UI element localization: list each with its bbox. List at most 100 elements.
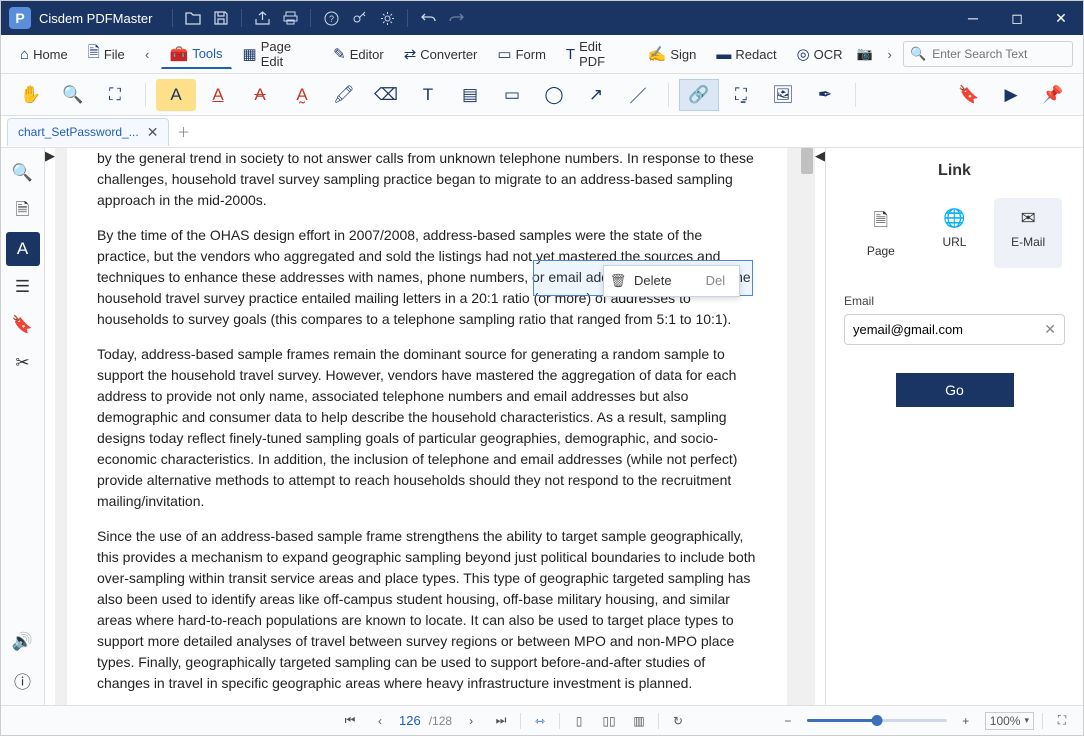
menu-home[interactable]: ⌂Home xyxy=(11,39,77,69)
left-expander[interactable]: ▶ xyxy=(45,148,55,705)
sidebar-search-icon[interactable]: 🔍 xyxy=(6,156,40,190)
zoom-slider-thumb[interactable] xyxy=(871,715,882,726)
text-tool-icon[interactable]: T xyxy=(408,79,448,111)
save-icon[interactable] xyxy=(207,4,235,32)
note-tool-icon[interactable]: ▤ xyxy=(450,79,490,111)
menu-file[interactable]: 🗎File xyxy=(79,39,134,69)
right-expander[interactable]: ◀ xyxy=(815,148,825,705)
menu-tools[interactable]: 🧰Tools xyxy=(161,39,232,69)
continuous-icon[interactable]: ▥ xyxy=(628,710,650,732)
context-menu-delete[interactable]: Delete xyxy=(632,271,692,291)
zoom-tool-icon[interactable]: 🔍 xyxy=(53,79,93,111)
sidebar-info-icon[interactable]: ⓘ xyxy=(6,663,40,697)
hand-tool-icon[interactable]: ✋ xyxy=(11,79,51,111)
sidebar-cut-icon[interactable]: ✂ xyxy=(6,346,40,380)
scrollbar-thumb[interactable] xyxy=(801,148,813,174)
line-tool-icon[interactable]: ／ xyxy=(618,79,658,111)
email-field-wrapper: ✕ xyxy=(844,314,1065,345)
email-field[interactable] xyxy=(853,322,1044,337)
menu-ocr[interactable]: ◎OCR xyxy=(788,39,852,69)
clear-email-icon[interactable]: ✕ xyxy=(1044,321,1056,338)
first-page-icon[interactable]: ⏮ xyxy=(339,710,361,732)
document-area: by the general trend in society to not a… xyxy=(55,148,815,705)
eraser-icon[interactable]: ⌫ xyxy=(366,79,406,111)
settings-icon[interactable] xyxy=(373,4,401,32)
stamp-tool-icon[interactable]: ⛶̱ xyxy=(721,79,761,111)
sidebar-page-icon[interactable]: 🗎 xyxy=(6,194,40,228)
menu-camera[interactable]: 📷 xyxy=(854,42,877,66)
sidebar-sound-icon[interactable]: 🔊 xyxy=(6,625,40,659)
image-tool-icon[interactable]: 🖼 xyxy=(763,79,803,111)
squiggly-icon[interactable]: A̰ xyxy=(282,79,322,111)
new-tab-button[interactable]: ＋ xyxy=(169,118,197,146)
menu-sign[interactable]: ✍Sign xyxy=(639,39,706,69)
search-input[interactable] xyxy=(932,47,1084,61)
app-logo: P xyxy=(9,7,31,29)
page-current[interactable]: 126 xyxy=(399,713,421,728)
context-menu-delete-shortcut: Del xyxy=(692,271,740,291)
play-tool-icon[interactable]: ▶ xyxy=(991,79,1031,111)
circle-tool-icon[interactable]: ◯ xyxy=(534,79,574,111)
email-field-label: Email xyxy=(844,294,1065,308)
tool-row: ✋ 🔍 ⛶ A A A A̰ 🖍 ⌫ T ▤ ▭ ◯ ↗ ／ 🔗 ⛶̱ 🖼 ✒ … xyxy=(1,74,1083,116)
link-tab-url[interactable]: 🌐URL xyxy=(920,198,988,268)
key-icon[interactable] xyxy=(345,4,373,32)
menu-edit-pdf[interactable]: TEdit PDF xyxy=(557,39,637,69)
fit-width-icon[interactable]: ⇿ xyxy=(529,710,551,732)
two-page-icon[interactable]: ▯▯ xyxy=(598,710,620,732)
email-icon: ✉ xyxy=(1021,208,1036,229)
select-tool-icon[interactable]: ⛶ xyxy=(95,79,135,111)
prev-page-icon[interactable]: ‹ xyxy=(369,710,391,732)
menu-bar: ⌂Home 🗎File ‹ 🧰Tools ▦Page Edit ✎Editor … xyxy=(1,35,1083,74)
file-tab-1-close-icon[interactable]: ✕ xyxy=(147,124,159,141)
search-box[interactable]: 🔍 xyxy=(903,41,1073,67)
print-icon[interactable] xyxy=(276,4,304,32)
sidebar-outline-icon[interactable]: ☰ xyxy=(6,270,40,304)
menu-forward-chevron[interactable]: › xyxy=(878,42,901,66)
sidebar-bookmark-icon[interactable]: 🔖 xyxy=(6,308,40,342)
menu-form[interactable]: ▭Form xyxy=(488,39,555,69)
single-page-icon[interactable]: ▯ xyxy=(568,710,590,732)
marker-icon[interactable]: 🖍 xyxy=(324,79,364,111)
link-tab-email[interactable]: ✉E-Mail xyxy=(994,198,1062,268)
menu-redact[interactable]: ▬Redact xyxy=(707,39,785,69)
window-maximize-button[interactable]: ◻ xyxy=(995,1,1039,35)
zoom-out-icon[interactable]: − xyxy=(777,710,799,732)
link-tool-icon[interactable]: 🔗 xyxy=(679,79,719,111)
sidebar-text-icon[interactable]: A xyxy=(6,232,40,266)
menu-converter[interactable]: ⇄Converter xyxy=(395,39,487,69)
go-button[interactable]: Go xyxy=(896,373,1014,407)
paragraph: by the general trend in society to not a… xyxy=(97,148,757,211)
arrow-tool-icon[interactable]: ↗ xyxy=(576,79,616,111)
scrollbar[interactable] xyxy=(799,148,815,705)
pin-tool-icon[interactable]: 📌 xyxy=(1033,79,1073,111)
rotate-icon[interactable]: ↻ xyxy=(667,710,689,732)
window-minimize-button[interactable]: ─ xyxy=(951,1,995,35)
zoom-value-box[interactable]: 100%▾ xyxy=(985,712,1034,730)
fullscreen-icon[interactable]: ⛶ xyxy=(1051,710,1073,732)
title-bar: P Cisdem PDFMaster ? ─ ◻ ✕ xyxy=(1,1,1083,35)
menu-page-edit[interactable]: ▦Page Edit xyxy=(234,39,323,69)
zoom-slider[interactable] xyxy=(807,719,947,722)
open-icon[interactable] xyxy=(179,4,207,32)
link-tab-page[interactable]: 🗎Page xyxy=(847,198,915,268)
file-tab-1[interactable]: chart_SetPassword_... ✕ xyxy=(7,118,169,146)
rect-tool-icon[interactable]: ▭ xyxy=(492,79,532,111)
menu-back-chevron[interactable]: ‹ xyxy=(136,42,159,66)
strikethrough-icon[interactable]: A xyxy=(240,79,280,111)
help-icon[interactable]: ? xyxy=(317,4,345,32)
last-page-icon[interactable]: ⏭ xyxy=(490,710,512,732)
undo-icon[interactable] xyxy=(414,4,442,32)
share-icon[interactable] xyxy=(248,4,276,32)
svg-text:?: ? xyxy=(329,14,334,24)
window-close-button[interactable]: ✕ xyxy=(1039,1,1083,35)
signature-tool-icon[interactable]: ✒ xyxy=(805,79,845,111)
underline-icon[interactable]: A xyxy=(198,79,238,111)
zoom-in-icon[interactable]: + xyxy=(955,710,977,732)
redo-icon[interactable] xyxy=(442,4,470,32)
menu-editor[interactable]: ✎Editor xyxy=(324,39,393,69)
document-page[interactable]: by the general trend in society to not a… xyxy=(67,148,787,705)
bookmark-tool-icon[interactable]: 🔖 xyxy=(949,79,989,111)
next-page-icon[interactable]: › xyxy=(460,710,482,732)
highlight-yellow-icon[interactable]: A xyxy=(156,79,196,111)
